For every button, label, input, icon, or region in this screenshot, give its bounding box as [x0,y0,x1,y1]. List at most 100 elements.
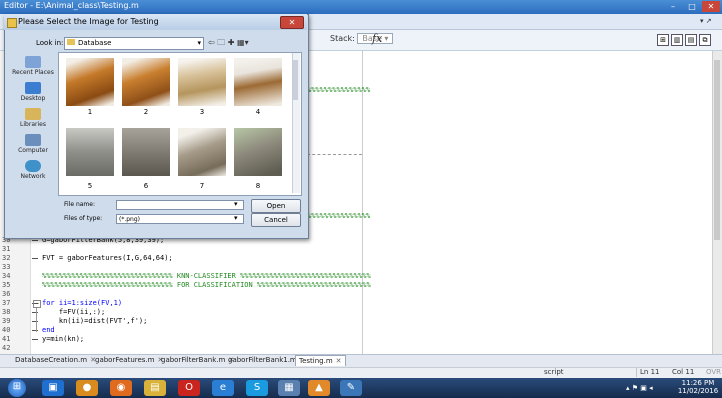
elephant-thumbnail[interactable] [178,128,226,176]
tab-gaborfeatures[interactable]: gaborFeatures.m ✕ [92,355,166,365]
comment-fragment: %%%%%%%%%%%%%%% [307,86,371,94]
elephant-thumbnail[interactable] [122,128,170,176]
dialog-title: Please Select the Image for Testing [18,17,159,26]
opera-icon[interactable]: O [178,380,200,396]
code-line: y=min(kn); [42,335,85,343]
image-viewer-icon[interactable]: ▦ [278,380,300,396]
places-bar: Recent Places Desktop Libraries Computer… [10,52,56,234]
ln-value: 11 [650,368,660,376]
nav-toolbar: ⇦ 🗀 ✚ ▦▾ [208,37,249,51]
dialog-title-bar: Please Select the Image for Testing [4,14,307,30]
paint-icon[interactable]: ✎ [340,380,362,396]
breakpoint-dash[interactable] [32,330,38,331]
line-number: 36 [2,290,11,298]
tab-label: gaborFeatures.m [95,356,155,364]
firefox-icon[interactable]: ◉ [110,380,132,396]
matlab-icon[interactable]: ▲ [308,380,330,396]
file-type-dropdown[interactable]: (*.png) [116,214,244,224]
folder-icon [67,39,75,45]
close-button[interactable]: ✕ [702,1,720,12]
dialog-app-icon [7,18,17,28]
look-in-label: Look in: [36,39,64,47]
comment-fragment: %%%%%%%%%%%%%%% [307,212,371,220]
place-label: Recent Places [12,69,54,76]
tray-icons[interactable]: ▴ ⚑ ▣ ◂ [626,384,653,392]
dog-thumbnail[interactable] [66,58,114,106]
taskbar-clock[interactable]: 11:26 PM 11/02/2016 [676,379,720,395]
status-mode: script [544,368,564,376]
fold-guide [36,308,37,332]
stack-selector[interactable]: Stack: Base ▾ [330,33,394,44]
dog-thumbnail[interactable] [234,58,282,106]
place-computer[interactable]: Computer [10,134,56,154]
file-name-label: File name: [64,201,95,208]
file-name-input[interactable] [116,200,244,210]
line-number: 35 [2,281,11,289]
back-icon[interactable]: ⇦ [208,38,215,47]
dialog-close-button[interactable]: ✕ [280,16,304,29]
file-label[interactable]: 7 [178,182,226,190]
menu-pin-icon[interactable]: ▾ ↗ [700,17,712,25]
up-folder-icon[interactable]: 🗀 [217,38,225,47]
ln-label: Ln [640,368,649,376]
undock-icon[interactable]: ⧉ [699,34,711,46]
stack-label: Stack: [330,34,355,43]
chevron-down-icon[interactable]: ▾ [234,200,238,208]
new-folder-icon[interactable]: ✚ [228,38,235,47]
file-label[interactable]: 8 [234,182,282,190]
maximize-button[interactable]: □ [683,1,701,12]
look-in-dropdown[interactable]: Database ▾ [64,37,204,50]
chevron-down-icon[interactable]: ▾ [234,214,238,222]
file-type-label: Files of type: [64,215,103,222]
breakpoint-dash[interactable] [32,339,38,340]
folder-icon[interactable]: ▤ [144,380,166,396]
editor-title-bar: Editor - E:\Animal_class\Testing.m [0,0,722,14]
editor-split-pane[interactable] [362,51,713,354]
media-player-icon[interactable]: ● [76,380,98,396]
status-line: Ln 11 [640,368,660,376]
fx-label[interactable]: fx [372,32,382,45]
breakpoint-dash[interactable] [32,258,38,259]
elephant-thumbnail[interactable] [234,128,282,176]
fold-toggle-icon[interactable]: − [33,300,41,308]
dog-thumbnail[interactable] [122,58,170,106]
minimize-button[interactable]: – [664,1,682,12]
breakpoint-dash[interactable] [32,321,38,322]
place-network[interactable]: Network [10,160,56,180]
place-desktop[interactable]: Desktop [10,82,56,102]
scrollbar-thumb[interactable] [714,60,720,240]
view-menu-icon[interactable]: ▦▾ [237,38,249,47]
place-recent[interactable]: Recent Places [10,56,56,76]
status-ovr: OVR [706,368,722,376]
line-number: 41 [2,335,11,343]
split-vertical-icon[interactable]: ▥ [671,34,683,46]
place-label: Network [20,173,46,180]
place-label: Computer [18,147,48,154]
skype-icon[interactable]: S [246,380,268,396]
tab-close-icon[interactable]: ✕ [336,357,342,365]
elephant-thumbnail[interactable] [66,128,114,176]
file-label[interactable]: 3 [178,108,226,116]
chevron-down-icon[interactable]: ▾ [197,38,201,49]
tile-icon[interactable]: ⊞ [657,34,669,46]
col-value: 11 [685,368,695,376]
start-button-icon[interactable]: ⊞ [8,379,26,397]
open-button[interactable]: Open [251,199,301,213]
file-label[interactable]: 1 [66,108,114,116]
split-horizontal-icon[interactable]: ▤ [685,34,697,46]
internet-explorer-icon[interactable]: e [212,380,234,396]
place-libraries[interactable]: Libraries [10,108,56,128]
dog-thumbnail[interactable] [178,58,226,106]
breakpoint-dash[interactable] [32,240,38,241]
file-label[interactable]: 2 [122,108,170,116]
explorer-icon[interactable]: ▣ [42,380,64,396]
tab-databasecreation[interactable]: DatabaseCreation.m ✕ [12,355,99,365]
file-label[interactable]: 4 [234,108,282,116]
file-label[interactable]: 5 [66,182,114,190]
dialog-scroll-thumb[interactable] [293,60,298,100]
line-number: 31 [2,245,11,253]
file-label[interactable]: 6 [122,182,170,190]
cancel-button[interactable]: Cancel [251,213,301,227]
tab-testing[interactable]: Testing.m ✕ [295,355,346,366]
breakpoint-dash[interactable] [32,312,38,313]
